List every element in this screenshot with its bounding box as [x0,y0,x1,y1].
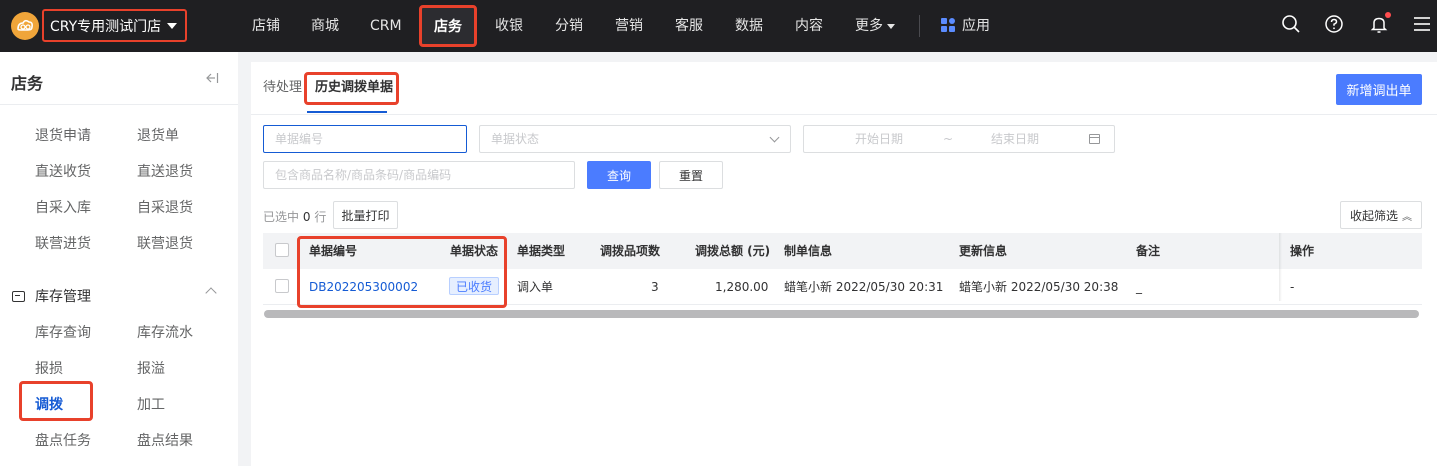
col-updated: 更新信息 [959,244,1008,258]
sidebar-item-return-order[interactable]: 退货单 [137,125,179,145]
search-icon[interactable] [1281,14,1301,38]
sidebar-item-joint-purchase[interactable]: 联营进货 [35,233,91,253]
nav-item-mall[interactable]: 商城 [311,0,339,52]
selected-count: 0 [302,210,311,224]
collapse-filter-label: 收起筛选 [1349,208,1398,223]
sidebar-item-joint-return[interactable]: 联营退货 [137,233,193,253]
sidebar-item-stocktake-result[interactable]: 盘点结果 [137,430,193,450]
select-all-checkbox[interactable] [275,243,289,257]
col-type: 单据类型 [517,244,566,258]
action-cell: - [1290,280,1295,294]
doc-no-input[interactable]: 单据编号 [263,125,467,153]
sidebar-item-processing[interactable]: 加工 [137,394,165,414]
collapse-sidebar-icon[interactable] [205,72,219,87]
new-transfer-out-button[interactable]: 新增调出单 [1336,74,1422,105]
nav-item-data[interactable]: 数据 [735,0,763,52]
active-item-highlight [19,381,93,421]
nav-item-crm[interactable]: CRM [370,0,402,52]
col-item-count: 调拨品项数 [600,244,661,258]
sidebar-item-stock-query[interactable]: 库存查询 [35,322,91,342]
item-count-cell: 3 [651,280,659,294]
nav-more-label: 更多 [855,18,883,34]
collapse-filter-button[interactable]: 收起筛选 ︽ [1340,201,1422,229]
updated-cell: 蜡笔小新 2022/05/30 20:38 [959,280,1119,294]
sidebar-item-stock-flow[interactable]: 库存流水 [137,322,193,342]
row-checkbox[interactable] [275,279,289,293]
brand-logo-icon[interactable] [11,12,39,40]
selected-prefix: 已选中 [263,210,300,224]
nav-item-distribution[interactable]: 分销 [555,0,583,52]
sidebar-item-damage[interactable]: 报损 [35,358,63,378]
scrollbar-thumb[interactable] [264,310,1419,318]
store-name: CRY专用测试门店 [50,18,162,35]
created-cell: 蜡笔小新 2022/05/30 20:31 [784,280,944,294]
goods-search-input[interactable]: 包含商品名称/商品条码/商品编码 [263,161,575,189]
nav-item-marketing[interactable]: 营销 [615,0,643,52]
chevron-up-icon[interactable] [205,287,217,299]
selected-count-info: 已选中 0 行 [263,208,326,225]
nav-item-apps[interactable]: 应用 [962,0,990,52]
nav-item-cashier[interactable]: 收银 [495,0,523,52]
fixed-column-shadow [1279,233,1282,301]
help-icon[interactable] [1324,14,1344,38]
inventory-box-icon [12,290,25,302]
type-cell: 调入单 [517,280,554,294]
sidebar-item-self-purchase-return[interactable]: 自采退货 [137,197,193,217]
col-total: 调拨总额 (元) [695,244,771,258]
nav-item-content[interactable]: 内容 [795,0,823,52]
store-switcher[interactable]: CRY专用测试门店 [42,9,188,42]
columns-highlight [297,236,507,308]
remark-cell: _ [1136,280,1142,294]
col-action: 操作 [1290,244,1315,258]
active-tab-underline [307,111,387,113]
sidebar-item-direct-receive[interactable]: 直送收货 [35,161,91,181]
horizontal-scrollbar[interactable] [263,308,1420,320]
end-date-placeholder: 结束日期 [991,132,1040,146]
nav-item-service[interactable]: 客服 [675,0,703,52]
sidebar-divider [0,104,238,105]
sidebar-item-direct-return[interactable]: 直送退货 [137,161,193,181]
query-button[interactable]: 查询 [587,161,651,189]
reset-button[interactable]: 重置 [659,161,723,189]
sidebar-item-self-purchase-in[interactable]: 自采入库 [35,197,91,217]
caret-down-icon [887,23,895,29]
sidebar-group-inventory[interactable]: 库存管理 [12,286,91,306]
double-chevron-up-icon: ︽ [1402,211,1412,223]
sidebar: 店务 退货申请 退货单 直送收货 直送退货 自采入库 自采退货 联营进货 联营退… [0,52,238,466]
date-separator: ~ [943,132,954,146]
date-range-picker[interactable]: 开始日期 ~ 结束日期 [803,125,1115,153]
caret-down-icon [167,22,178,29]
col-created: 制单信息 [784,244,833,258]
active-tab-highlight [304,72,399,105]
sidebar-item-stocktake-task[interactable]: 盘点任务 [35,430,91,450]
sidebar-group-label: 库存管理 [35,289,91,305]
sidebar-title: 店务 [11,74,44,93]
tabs-divider [251,114,1437,115]
total-cell: 1,280.00 [715,280,769,294]
nav-item-store-affairs[interactable]: 店务 [419,5,477,47]
sidebar-item-overflow[interactable]: 报溢 [137,358,165,378]
top-navigation-bar: CRY专用测试门店 店铺 商城 CRM 店务 收银 分销 营销 客服 数据 内容… [0,0,1437,52]
batch-print-button[interactable]: 批量打印 [333,201,398,229]
nav-divider [919,15,920,37]
nav-item-shop[interactable]: 店铺 [252,0,280,52]
nav-item-more[interactable]: 更多 [855,0,895,52]
notification-dot [1385,12,1391,18]
status-select[interactable]: 单据状态 [479,125,791,153]
calendar-icon [1089,134,1100,144]
apps-grid-icon[interactable] [941,18,955,32]
sidebar-item-return-request[interactable]: 退货申请 [35,125,91,145]
tab-pending[interactable]: 待处理 [263,62,302,114]
menu-icon[interactable] [1413,14,1431,38]
status-select-placeholder: 单据状态 [491,132,540,146]
col-remark: 备注 [1136,244,1161,258]
start-date-placeholder: 开始日期 [855,132,904,146]
chevron-down-icon [769,132,780,143]
selected-suffix: 行 [314,210,327,224]
